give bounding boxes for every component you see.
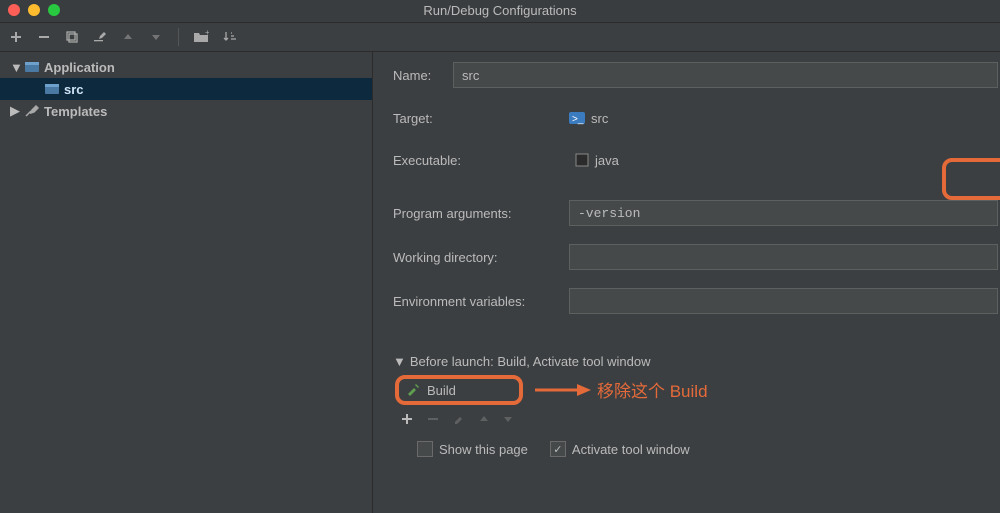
annotation-text: 移除这个 Build <box>597 377 708 402</box>
checkbox-checked-icon: ✓ <box>550 441 566 457</box>
hammer-icon <box>405 382 421 398</box>
svg-text:>_: >_ <box>572 114 584 125</box>
application-icon <box>44 81 60 97</box>
window-title: Run/Debug Configurations <box>423 3 576 18</box>
executable-text: java <box>595 153 619 168</box>
show-this-page-label: Show this page <box>439 442 528 457</box>
toolbar-separator <box>178 28 179 46</box>
move-task-up-button[interactable] <box>479 414 489 424</box>
tree-label: src <box>64 82 84 97</box>
show-this-page-option[interactable]: Show this page <box>417 441 528 457</box>
before-launch-area: Build 移除这个 Build <box>393 375 1000 457</box>
add-task-button[interactable] <box>401 413 413 425</box>
name-input[interactable]: src <box>453 62 998 88</box>
target-label: Target: <box>393 111 569 126</box>
sort-button[interactable] <box>221 29 237 45</box>
terminal-icon: >_ <box>569 110 585 126</box>
executable-value[interactable]: java <box>569 148 619 172</box>
target-text: src <box>591 111 608 126</box>
tree-label: Application <box>44 60 115 75</box>
wd-input[interactable] <box>569 244 998 270</box>
tree-node-src[interactable]: src <box>0 78 372 100</box>
move-task-down-button[interactable] <box>503 414 513 424</box>
before-launch-item-build[interactable]: Build <box>395 375 523 405</box>
folder-button[interactable]: + <box>193 29 209 45</box>
row-environment-variables: Environment variables: <box>393 288 1000 314</box>
minimize-window-icon[interactable] <box>28 4 40 16</box>
build-label: Build <box>427 383 456 398</box>
activate-tool-window-label: Activate tool window <box>572 442 690 457</box>
wd-label: Working directory: <box>393 250 569 265</box>
wrench-icon <box>24 103 40 119</box>
arrow-icon <box>533 380 591 400</box>
close-window-icon[interactable] <box>8 4 20 16</box>
checkbox-unchecked-icon <box>417 441 433 457</box>
add-config-button[interactable] <box>8 29 24 45</box>
activate-tool-window-option[interactable]: ✓ Activate tool window <box>550 441 690 457</box>
tree-node-application[interactable]: ▼ Application <box>0 56 372 78</box>
expand-arrow-icon: ▼ <box>10 60 20 75</box>
svg-text:+: + <box>205 30 209 37</box>
env-label: Environment variables: <box>393 294 569 309</box>
tree-label: Templates <box>44 104 107 119</box>
env-input[interactable] <box>569 288 998 314</box>
before-launch-toolbar <box>393 407 1000 431</box>
target-value[interactable]: >_ src <box>569 106 608 130</box>
row-executable: Executable: java <box>393 148 1000 172</box>
args-input[interactable]: -version <box>569 200 998 226</box>
config-form: Name: src Target: >_ src Executable: jav… <box>373 52 1000 513</box>
remove-task-button[interactable] <box>427 413 439 425</box>
collapse-arrow-icon: ▼ <box>393 354 406 369</box>
title-bar: Run/Debug Configurations <box>0 0 1000 23</box>
before-launch-header[interactable]: ▼ Before launch: Build, Activate tool wi… <box>393 354 1000 369</box>
config-toolbar: + <box>0 23 1000 52</box>
annotation: 移除这个 Build <box>533 377 708 402</box>
executable-file-icon <box>575 153 589 167</box>
args-label: Program arguments: <box>393 206 569 221</box>
executable-label: Executable: <box>393 153 569 168</box>
tree-node-templates[interactable]: ▶ Templates <box>0 100 372 122</box>
row-program-arguments: Program arguments: -version <box>393 200 1000 226</box>
row-name: Name: src <box>393 62 1000 88</box>
settings-config-button[interactable] <box>92 29 108 45</box>
name-label: Name: <box>393 68 453 83</box>
move-up-button[interactable] <box>120 29 136 45</box>
remove-config-button[interactable] <box>36 29 52 45</box>
application-icon <box>24 59 40 75</box>
edit-task-button[interactable] <box>453 413 465 425</box>
window-controls <box>8 4 60 16</box>
maximize-window-icon[interactable] <box>48 4 60 16</box>
row-working-directory: Working directory: <box>393 244 1000 270</box>
copy-config-button[interactable] <box>64 29 80 45</box>
before-launch-title: Before launch: Build, Activate tool wind… <box>410 354 651 369</box>
before-launch-options: Show this page ✓ Activate tool window <box>393 441 1000 457</box>
collapse-arrow-icon: ▶ <box>10 103 20 119</box>
move-down-button[interactable] <box>148 29 164 45</box>
row-target: Target: >_ src <box>393 106 1000 130</box>
config-tree: ▼ Application src ▶ Templates <box>0 52 373 513</box>
